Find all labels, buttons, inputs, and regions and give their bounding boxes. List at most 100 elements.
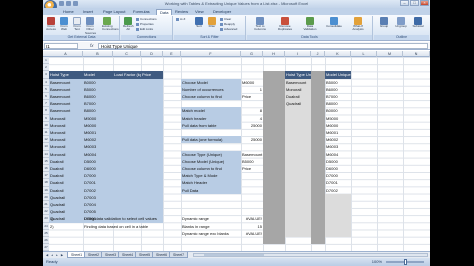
close-button[interactable]: × [420,0,429,6]
table-cell[interactable] [113,78,141,86]
table-cell[interactable] [141,201,163,209]
range-label[interactable]: Blanks in range [181,223,241,230]
unique-value[interactable]: M5000 [325,115,351,122]
table-cell[interactable] [141,78,163,86]
unique-value[interactable]: M6004 [325,151,351,158]
unique-value[interactable]: D7001 [325,179,351,186]
text-to-columns-button[interactable]: Text to Columns [251,17,269,32]
minimize-button[interactable]: – [400,0,409,6]
unique-value[interactable]: D7002 [325,187,351,194]
lookup-value[interactable]: 25000 [241,136,263,143]
remove-duplicates-button[interactable]: Remove Duplicates [275,17,295,32]
zoom-level[interactable]: 100% [372,258,382,266]
lookup-value[interactable]: Price [241,165,263,172]
connections-button[interactable]: Connections [136,17,157,21]
range-label[interactable]: Dynamic range [181,215,241,222]
table-header-cell[interactable]: Price [141,71,163,79]
scrollbar-thumb[interactable] [204,254,264,256]
table-cell[interactable] [141,85,163,93]
note-number[interactable]: 2) [49,223,83,230]
lookup-label[interactable]: Choose Model (Unique) [181,157,241,165]
group-button[interactable]: Group [377,17,391,28]
unique-value[interactable]: D5000 [325,158,351,165]
table-header-cell[interactable]: Model [83,71,113,79]
table-cell[interactable] [141,107,163,115]
range-value[interactable]: 15 [241,223,263,230]
table-cell[interactable] [141,136,163,144]
table-cell[interactable]: Monorail [49,121,83,129]
what-if-analysis-button[interactable]: What-If Analysis [349,17,367,32]
table-cell[interactable]: Monorail [49,114,83,122]
note-text[interactable]: Finding data based on cell in a table [83,223,193,230]
table-header-cell[interactable]: Load Factor (kg) [113,71,141,79]
table-cell[interactable] [113,143,141,151]
table-cell[interactable] [113,201,141,209]
table-cell[interactable]: Basemount [49,107,83,115]
unique-value[interactable]: M6002 [325,136,351,143]
filter-button[interactable]: Filter [207,17,217,28]
unique-value[interactable]: Dualrail [285,93,311,101]
lookup-label[interactable]: Pull Data [181,186,241,194]
formula-input[interactable]: Hoist Type Unique [98,43,428,49]
table-cell[interactable] [113,165,141,173]
unique-header[interactable]: Hoist Type Unique [285,71,311,79]
lookup-label[interactable]: Choose column to find [181,165,241,173]
unique-value[interactable]: Quadrail [285,100,311,108]
table-cell[interactable] [113,100,141,108]
unique-value[interactable]: Basemount [285,78,311,86]
table-cell[interactable]: Quadrail [49,208,83,216]
table-cell[interactable]: D7001 [83,179,113,187]
lookup-label[interactable]: Pull data (one formula) [181,136,241,144]
table-cell[interactable] [113,136,141,144]
lookup-value[interactable]: 4 [241,115,263,122]
range-value[interactable]: #VALUE! [241,215,263,222]
table-cell[interactable]: Basemount [49,93,83,101]
table-cell[interactable] [141,150,163,158]
unique-value[interactable]: B0000 [325,107,351,114]
table-cell[interactable]: Quadrail [49,201,83,209]
unique-value[interactable]: D6000 [325,165,351,172]
lookup-label[interactable]: Match header [181,114,241,122]
table-cell[interactable]: D7005 [83,208,113,216]
lookup-value[interactable]: Basemount [241,151,263,158]
ungroup-button[interactable]: Ungroup [394,17,408,28]
unique-value[interactable]: B6000 [325,86,351,93]
subtotal-button[interactable]: Subtotal [411,17,425,28]
table-cell[interactable]: Basemount [49,100,83,108]
advanced-button[interactable]: Advanced [220,27,237,31]
table-cell[interactable]: M5000 [83,114,113,122]
table-cell[interactable]: Monorail [49,150,83,158]
table-cell[interactable] [141,165,163,173]
first-sheet-icon[interactable]: ◀ [45,253,49,257]
table-cell[interactable] [141,157,163,165]
table-cell[interactable] [113,157,141,165]
table-cell[interactable] [113,129,141,137]
table-cell[interactable]: M6003 [83,143,113,151]
note-number[interactable]: 1) [49,215,83,222]
consolidate-button[interactable]: Consolidate [325,17,343,28]
table-cell[interactable]: Quadrail [49,193,83,201]
table-cell[interactable] [113,93,141,101]
unique-value[interactable]: B5000 [325,79,351,86]
prev-sheet-icon[interactable]: ◂ [50,253,54,257]
reapply-button[interactable]: Reapply [220,22,235,26]
table-cell[interactable] [113,121,141,129]
unique-header[interactable]: Model Unique [325,71,351,79]
table-cell[interactable] [113,85,141,93]
zoom-slider[interactable] [386,259,424,265]
next-sheet-icon[interactable]: ▸ [55,253,59,257]
table-cell[interactable] [113,114,141,122]
table-cell[interactable] [141,193,163,201]
table-cell[interactable] [141,143,163,151]
table-cell[interactable]: M6002 [83,136,113,144]
from-other-sources-button[interactable]: From Other Sources [85,17,96,35]
table-cell[interactable]: D7003 [83,193,113,201]
sort-button[interactable]: Sort [194,17,204,28]
table-cell[interactable] [141,129,163,137]
table-cell[interactable]: D7004 [83,201,113,209]
horizontal-scrollbar[interactable] [193,253,428,257]
table-cell[interactable] [113,186,141,194]
lookup-label[interactable]: Number of occurrences [181,85,241,93]
table-cell[interactable]: Dualrail [49,157,83,165]
table-cell[interactable] [113,150,141,158]
